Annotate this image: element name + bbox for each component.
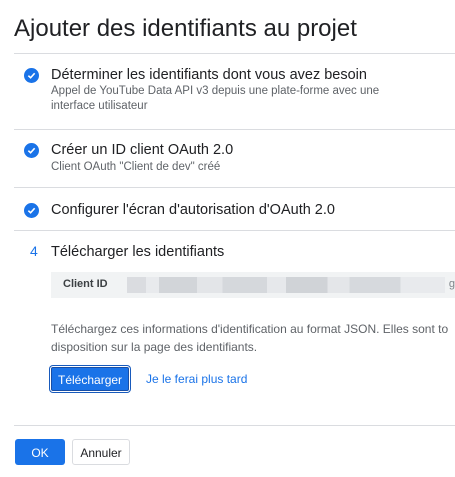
check-circle-icon	[24, 143, 39, 158]
ok-button[interactable]: OK	[15, 439, 65, 465]
client-id-label: Client ID	[63, 278, 108, 290]
divider	[14, 230, 455, 231]
step-title: Configurer l'écran d'autorisation d'OAut…	[51, 202, 335, 218]
divider	[14, 129, 455, 130]
cancel-button[interactable]: Annuler	[72, 439, 130, 465]
download-info-line: Téléchargez ces informations d'identific…	[51, 322, 449, 336]
do-it-later-link[interactable]: Je le ferai plus tard	[146, 372, 247, 386]
download-info: Téléchargez ces informations d'identific…	[51, 320, 455, 356]
divider	[14, 187, 455, 188]
divider	[14, 425, 455, 426]
step-title: Créer un ID client OAuth 2.0	[51, 142, 234, 158]
check-circle-icon	[24, 203, 39, 218]
step-subtitle: Client OAuth "Client de dev" créé	[51, 161, 221, 173]
step-title: Déterminer les identifiants dont vous av…	[51, 67, 367, 83]
check-circle-icon	[24, 68, 39, 83]
step-number: 4	[30, 243, 38, 259]
download-info-line: disposition sur la page des identifiants…	[51, 340, 258, 354]
download-button[interactable]: Télécharger	[51, 367, 130, 391]
dialog-title: Ajouter des identifiants au projet	[14, 15, 357, 42]
client-id-value-redacted	[127, 277, 445, 293]
client-id-row: Client ID g	[51, 272, 455, 298]
client-id-tail: g	[448, 278, 455, 290]
divider	[14, 53, 455, 54]
step-subtitle: Appel de YouTube Data API v3 depuis une …	[51, 85, 380, 112]
step-title: Télécharger les identifiants	[51, 244, 225, 260]
